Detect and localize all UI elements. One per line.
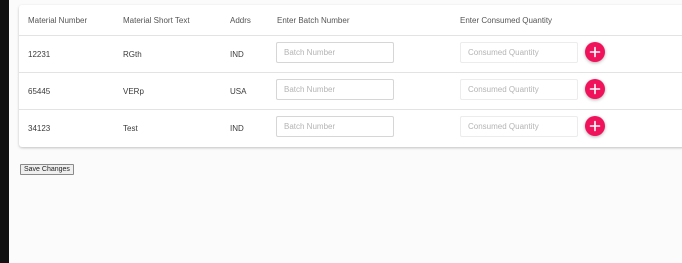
header-consumed-quantity: Enter Consumed Quantity: [460, 16, 553, 25]
add-row-button[interactable]: [585, 42, 605, 62]
plus-icon: [589, 83, 601, 95]
addrs-cell: IND: [230, 124, 244, 133]
header-addrs: Addrs: [230, 16, 251, 25]
material-short-text-cell: RGth: [123, 50, 142, 59]
material-number-cell: 34123: [28, 124, 51, 133]
batch-number-input[interactable]: [276, 116, 394, 137]
consumed-quantity-input[interactable]: [460, 79, 578, 100]
plus-icon: [589, 120, 601, 132]
addrs-cell: IND: [230, 50, 244, 59]
add-row-button[interactable]: [585, 116, 605, 136]
addrs-cell: USA: [230, 87, 247, 96]
material-number-cell: 12231: [28, 50, 51, 59]
batch-number-input[interactable]: [276, 42, 394, 63]
header-material-number: Material Number: [28, 16, 88, 25]
header-batch-number: Enter Batch Number: [277, 16, 350, 25]
window-left-edge: [0, 0, 9, 263]
add-row-button[interactable]: [585, 79, 605, 99]
table-row: 12231 RGth IND: [19, 35, 682, 73]
material-short-text-cell: VERp: [123, 87, 144, 96]
material-short-text-cell: Test: [123, 124, 138, 133]
consumed-quantity-input[interactable]: [460, 116, 578, 137]
materials-table: Material Number Material Short Text Addr…: [19, 5, 682, 147]
plus-icon: [589, 46, 601, 58]
table-row: 65445 VERp USA: [19, 72, 682, 110]
consumed-quantity-input[interactable]: [460, 42, 578, 63]
save-changes-button[interactable]: Save Changes: [20, 164, 74, 175]
table-row: 34123 Test IND: [19, 109, 682, 147]
material-number-cell: 65445: [28, 87, 51, 96]
batch-number-input[interactable]: [276, 79, 394, 100]
header-material-short-text: Material Short Text: [123, 16, 190, 25]
